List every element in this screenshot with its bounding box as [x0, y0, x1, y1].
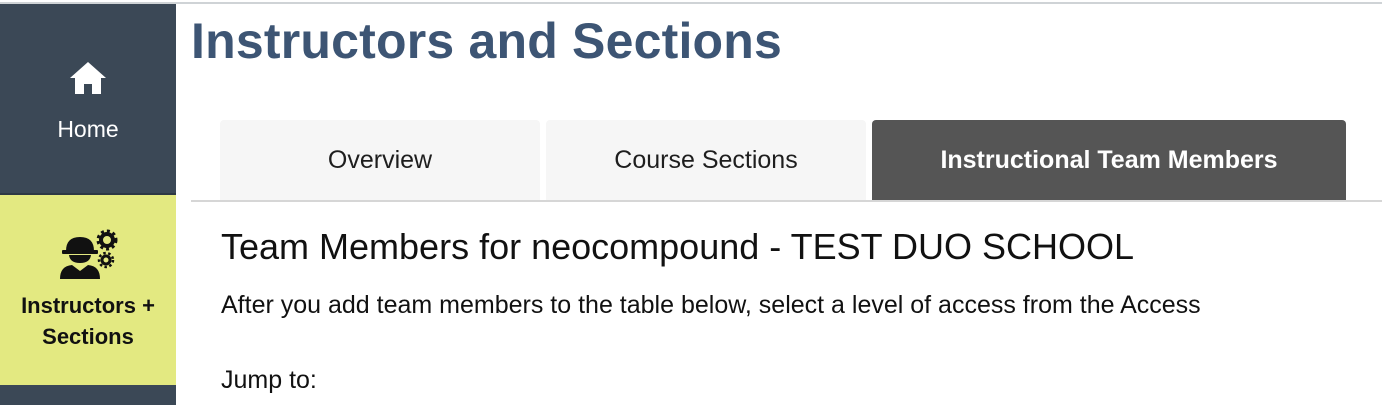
- instructor-gears-icon: [60, 229, 118, 279]
- tab-overview[interactable]: Overview: [220, 120, 540, 200]
- sidebar-nav: Home Instructors + Sections: [0, 4, 176, 405]
- intro-text: After you add team members to the table …: [221, 291, 1201, 319]
- tabs-divider: [191, 200, 1382, 202]
- jump-to-label: Jump to:: [221, 366, 317, 394]
- tab-instructional-team-members[interactable]: Instructional Team Members: [872, 120, 1346, 200]
- page-title: Instructors and Sections: [191, 13, 783, 69]
- tab-bar: Overview Course Sections Instructional T…: [220, 120, 1346, 200]
- home-icon: [70, 62, 106, 94]
- sidebar-item-label: Home: [57, 116, 119, 142]
- sidebar-item-instructors-sections[interactable]: Instructors + Sections: [0, 195, 176, 385]
- section-heading: Team Members for neocompound - TEST DUO …: [221, 226, 1134, 267]
- sidebar-item-label: Instructors + Sections: [21, 293, 155, 349]
- top-border: [0, 2, 1382, 4]
- sidebar-item-next[interactable]: [0, 385, 176, 405]
- sidebar-item-home[interactable]: Home: [0, 4, 176, 193]
- tab-course-sections[interactable]: Course Sections: [546, 120, 866, 200]
